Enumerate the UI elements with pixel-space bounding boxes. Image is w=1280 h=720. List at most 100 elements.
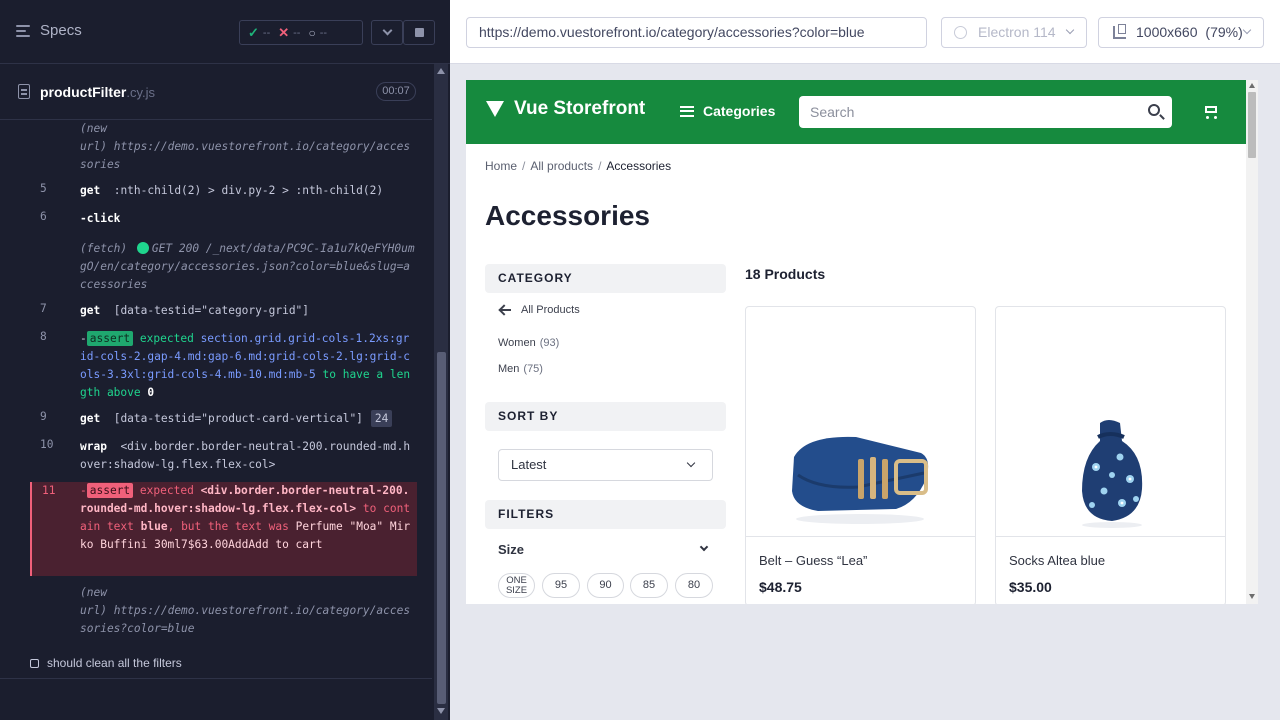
- cmd-name: wrap: [80, 440, 107, 453]
- sort-value: Latest: [511, 457, 547, 472]
- aut-scrollbar[interactable]: [1246, 80, 1258, 604]
- breadcrumb-home[interactable]: Home: [485, 159, 517, 173]
- cmd-name: get: [80, 412, 101, 425]
- pending-test-icon: [30, 658, 39, 668]
- category-heading: CATEGORY: [485, 264, 726, 293]
- browser-label: Electron 114: [978, 24, 1056, 40]
- site-logo[interactable]: Vue Storefront: [484, 98, 645, 120]
- spec-file-name[interactable]: productFilter.cy.js: [40, 84, 155, 100]
- command-log-panel: Specs ✓ -- ✕ -- ○ -- productFilter.cy.js 00…: [0, 0, 450, 720]
- cmd-message: GET 200 /_next/data/PC9C-Ia1u7kQeFYH0umg…: [80, 242, 415, 291]
- page-title: Accessories: [485, 200, 651, 231]
- cmd-sub: url): [80, 604, 107, 617]
- cmd-expected: expected: [139, 332, 194, 345]
- cmd-message: :nth-child(2) > div.py-2 > :nth-child(2): [113, 184, 384, 197]
- cmd-sub: (new: [80, 586, 107, 599]
- scroll-up-icon[interactable]: [437, 68, 445, 74]
- brand-name: Vue Storefront: [514, 98, 646, 119]
- breadcrumb-current: Accessories: [606, 159, 672, 173]
- product-image[interactable]: [996, 307, 1225, 537]
- search-icon[interactable]: [1148, 104, 1160, 116]
- pending-count: --: [319, 26, 328, 39]
- site-search-input[interactable]: Search: [799, 96, 1172, 128]
- scroll-down-icon[interactable]: [437, 708, 445, 714]
- size-chip[interactable]: 90: [587, 573, 624, 598]
- cmd-message: [data-testid="product-card-vertical"]: [113, 412, 363, 425]
- test-item[interactable]: should clean all the filters: [30, 656, 182, 670]
- cmd-number: 9: [40, 410, 47, 423]
- spec-ext-text: .cy.js: [126, 85, 155, 100]
- breadcrumb: Home / All products / Accessories: [485, 159, 672, 173]
- cmd-message: <div.border.border-neutral-200.rounded-m…: [80, 440, 411, 471]
- cmd-name: -click: [80, 212, 121, 225]
- cmd-number: 7: [40, 302, 47, 315]
- specs-label: Specs: [40, 22, 82, 39]
- failed-command-row[interactable]: 11 - assert expected <div.border.border-n…: [30, 482, 417, 576]
- runner-header: Specs ✓ -- ✕ -- ○ --: [0, 0, 450, 64]
- auto-scroll-button[interactable]: [371, 20, 403, 45]
- cmd-sub: url): [80, 140, 107, 153]
- cmd-number: 5: [40, 182, 47, 195]
- sort-select[interactable]: Latest: [498, 449, 713, 481]
- socks-image: [1082, 420, 1143, 528]
- categories-button[interactable]: Categories: [680, 103, 775, 119]
- electron-icon: [954, 26, 967, 39]
- product-card[interactable]: Belt – Guess “Lea” $48.75: [745, 306, 976, 604]
- category-count: (93): [539, 337, 560, 349]
- size-chip[interactable]: 95: [542, 573, 580, 598]
- product-image[interactable]: [746, 307, 975, 537]
- category-item-men[interactable]: Men (75): [498, 363, 543, 375]
- viewport-zoom: (79%): [1205, 24, 1243, 40]
- size-filter-toggle[interactable]: Size: [498, 542, 713, 557]
- search-placeholder: Search: [810, 104, 855, 120]
- category-item-women[interactable]: Women (93): [498, 337, 559, 349]
- cart-icon[interactable]: [1202, 104, 1218, 119]
- size-chip[interactable]: ONE SIZE: [498, 573, 535, 598]
- breadcrumb-all-products[interactable]: All products: [530, 159, 593, 173]
- cmd-assertion-tail: , but the text was: [167, 520, 289, 533]
- all-products-link[interactable]: All Products: [500, 304, 580, 316]
- failed-icon: ✕: [278, 24, 290, 40]
- viewport-selector[interactable]: 1000x660 (79%): [1098, 17, 1264, 48]
- assert-tag: assert: [86, 331, 134, 346]
- product-price: $48.75: [759, 579, 802, 595]
- cmd-number: 6: [40, 210, 47, 223]
- aut-scrollbar-thumb[interactable]: [1248, 92, 1256, 158]
- test-stats: ✓ -- ✕ -- ○ --: [239, 20, 363, 45]
- log-scrollbar-thumb[interactable]: [437, 352, 446, 704]
- spec-name-text: productFilter: [40, 84, 127, 100]
- cmd-url: https://demo.vuestorefront.io/category/a…: [80, 140, 411, 171]
- failed-count: --: [293, 26, 301, 39]
- product-name[interactable]: Belt – Guess “Lea”: [759, 553, 867, 568]
- size-chip[interactable]: 80: [675, 573, 713, 598]
- menu-icon: [680, 105, 694, 117]
- product-card[interactable]: Socks Altea blue $35.00: [995, 306, 1226, 604]
- pending-icon: ○: [308, 25, 316, 40]
- test-title: should clean all the filters: [47, 656, 182, 670]
- passed-count: --: [262, 26, 271, 39]
- belt-image: [792, 436, 929, 524]
- cmd-value: 0: [147, 386, 155, 399]
- filters-heading: FILTERS: [485, 500, 726, 529]
- cmd-value: blue: [140, 520, 168, 533]
- size-chip[interactable]: 85: [630, 573, 668, 598]
- cmd-sub: (fetch): [80, 242, 128, 255]
- stop-button[interactable]: [403, 20, 435, 45]
- cmd-name: get: [80, 304, 101, 317]
- passed-icon: ✓: [248, 24, 259, 40]
- back-label: All Products: [521, 304, 580, 316]
- cmd-expected: expected: [139, 484, 194, 497]
- specs-toggle-button[interactable]: Specs: [16, 22, 82, 39]
- divider: [0, 678, 432, 679]
- aut-url-field[interactable]: https://demo.vuestorefront.io/category/a…: [466, 17, 927, 48]
- chevron-down-icon: [1242, 25, 1252, 35]
- arrow-left-icon: [500, 309, 511, 311]
- file-icon: [18, 84, 30, 99]
- cmd-number: 8: [40, 330, 47, 343]
- browser-selector[interactable]: Electron 114: [941, 17, 1087, 48]
- scroll-up-icon[interactable]: [1249, 83, 1255, 88]
- product-name[interactable]: Socks Altea blue: [1009, 553, 1105, 568]
- site-header: Vue Storefront Categories Search: [466, 80, 1246, 144]
- scroll-down-icon[interactable]: [1249, 594, 1255, 599]
- status-dot-icon: [136, 242, 149, 254]
